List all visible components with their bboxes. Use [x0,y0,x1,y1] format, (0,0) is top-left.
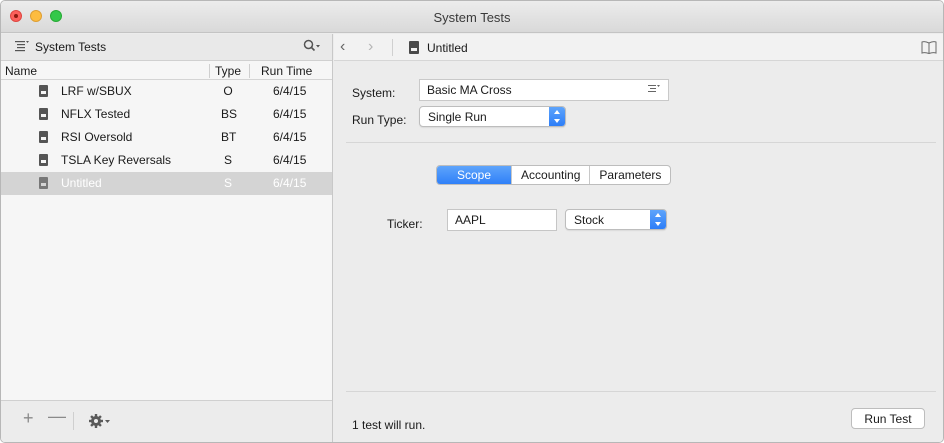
test-document-icon [39,177,48,189]
column-divider [249,64,250,78]
test-document-icon [39,85,48,97]
window-title: System Tests [433,10,511,25]
security-type-value: Stock [574,213,605,227]
test-row-selected[interactable]: Untitled S 6/4/15 [1,172,332,195]
test-name: LRF w/SBUX [61,84,132,98]
sidebar-footer: + — [1,400,332,442]
test-name: NFLX Tested [61,107,131,121]
test-run-time: 6/4/15 [273,84,307,98]
test-document-icon [39,154,48,166]
back-button[interactable]: ‹ [340,38,345,56]
test-type: BT [221,130,237,144]
list-menu-icon[interactable] [15,40,29,52]
test-type: O [223,84,233,98]
document-title: Untitled [427,41,468,55]
search-icon[interactable] [303,39,321,53]
footer-divider [73,412,74,430]
test-type: BS [221,107,238,121]
tab-parameters[interactable]: Parameters [590,166,670,184]
column-header-run-time[interactable]: Run Time [261,64,312,80]
column-divider [209,64,210,78]
test-type: S [223,153,232,167]
test-document-icon [39,131,48,143]
security-type-select[interactable]: Stock [565,209,667,230]
list-picker-icon[interactable] [648,84,660,94]
footer-divider [346,391,936,392]
test-row[interactable]: TSLA Key Reversals S 6/4/15 [1,149,332,172]
remove-test-button[interactable]: — [48,406,66,427]
system-value: Basic MA Cross [427,83,512,97]
test-run-time: 6/4/15 [273,153,307,167]
forward-button[interactable]: › [368,38,373,56]
test-name: RSI Oversold [61,130,133,144]
detail-panel: ‹ › Untitled System: Basic MA Cross Run … [334,34,943,442]
system-field[interactable]: Basic MA Cross [419,79,669,101]
document-icon [409,41,419,54]
test-list: LRF w/SBUX O 6/4/15 NFLX Tested BS 6/4/1… [1,80,332,195]
header-divider [392,39,393,56]
ticker-label: Ticker: [387,217,423,231]
run-type-value: Single Run [428,110,487,124]
popup-arrows-icon [549,107,565,126]
section-divider [346,142,936,143]
sidebar: System Tests Name Type Run Time LRF w/SB… [1,34,333,442]
test-name: Untitled [61,176,102,190]
book-icon[interactable] [921,41,937,54]
gear-icon[interactable] [89,413,111,429]
run-type-label: Run Type: [352,113,407,127]
test-run-time: 6/4/15 [273,107,307,121]
column-header-type[interactable]: Type [215,64,241,80]
column-header-name[interactable]: Name [5,64,37,80]
tab-scope[interactable]: Scope [437,166,513,184]
detail-header: ‹ › Untitled [334,34,943,61]
test-row[interactable]: NFLX Tested BS 6/4/15 [1,103,332,126]
title-bar: System Tests [1,1,943,33]
tab-bar: Scope Accounting Parameters [436,165,672,185]
popup-arrows-icon [650,210,666,229]
add-test-button[interactable]: + [23,408,34,429]
ticker-input[interactable]: AAPL [447,209,557,231]
run-type-select[interactable]: Single Run [419,106,566,127]
sidebar-title: System Tests [35,40,107,54]
sidebar-header: System Tests [1,34,332,61]
system-label: System: [352,86,396,100]
test-type: S [223,176,232,190]
run-test-button[interactable]: Run Test [851,408,925,429]
test-run-time: 6/4/15 [273,130,307,144]
app-window: System Tests System Tests Name Type Run … [0,0,944,443]
test-name: TSLA Key Reversals [61,153,172,167]
test-run-time: 6/4/15 [273,176,307,190]
status-text: 1 test will run. [352,418,426,432]
test-row[interactable]: LRF w/SBUX O 6/4/15 [1,80,332,103]
test-row[interactable]: RSI Oversold BT 6/4/15 [1,126,332,149]
tab-accounting[interactable]: Accounting [512,166,591,184]
test-document-icon [39,108,48,120]
